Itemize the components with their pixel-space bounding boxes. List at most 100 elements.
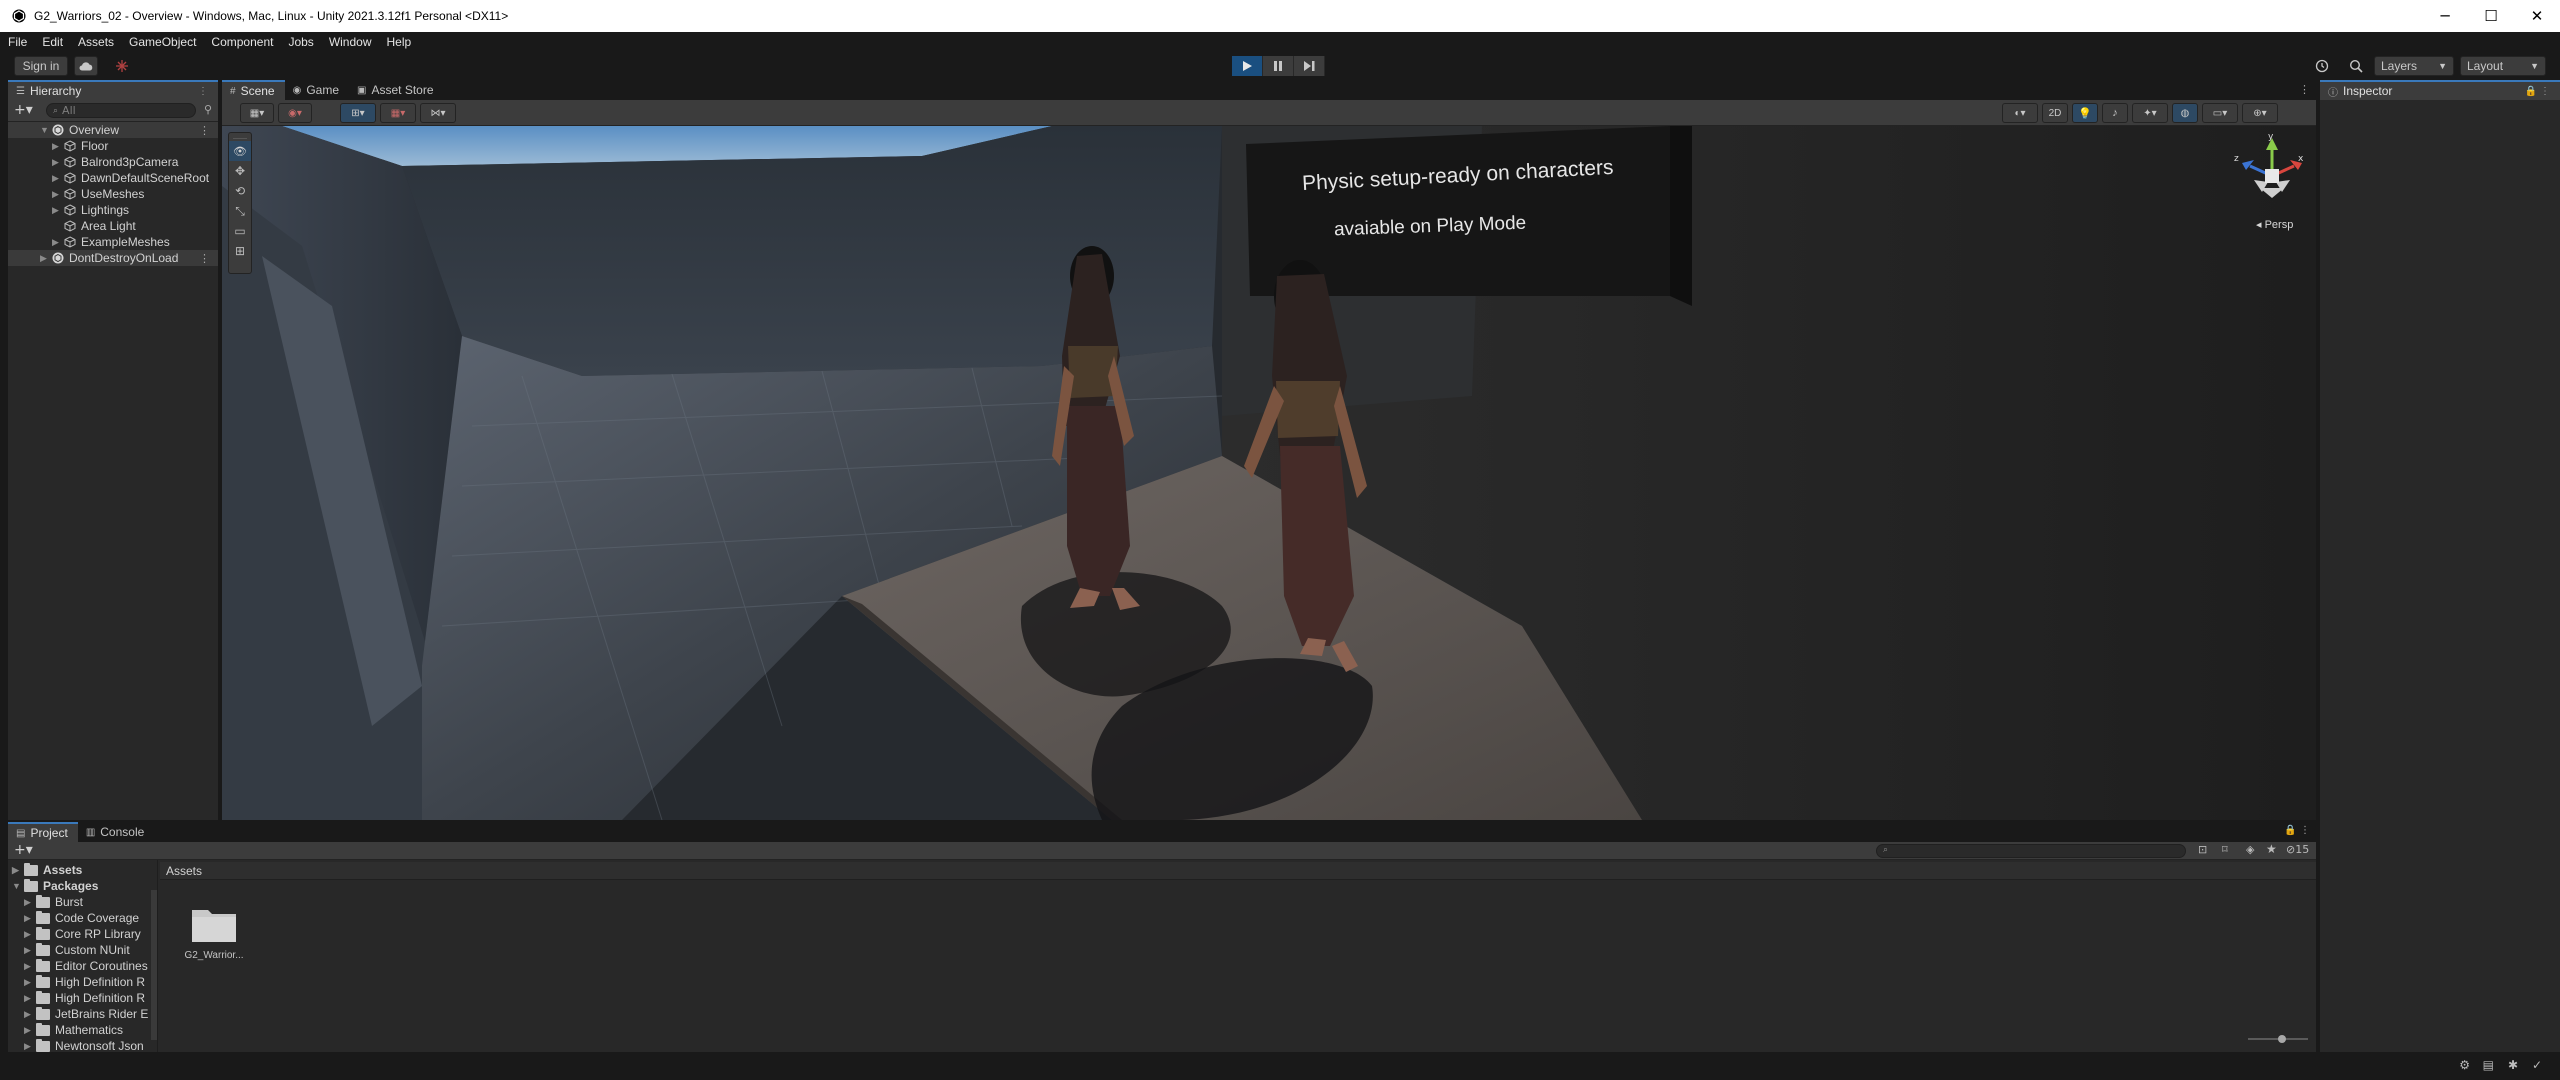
- project-toolbar: +▾ ⌕ ⊡ ⌑ ◈ ★ ⊘15: [8, 842, 2316, 860]
- camera-settings-dropdown[interactable]: ▭▾: [2202, 103, 2238, 123]
- tree-package-item[interactable]: ▶ Editor Coroutines: [24, 958, 148, 974]
- tab-asset-store[interactable]: ▣ Asset Store: [349, 80, 443, 100]
- hierarchy-item-dawn-root[interactable]: ▶ DawnDefaultSceneRoot: [8, 170, 209, 186]
- tab-scene[interactable]: # Scene: [222, 80, 285, 100]
- maximize-button[interactable]: ☐: [2468, 0, 2514, 32]
- hierarchy-scene-dontdestroy[interactable]: ▶ DontDestroyOnLoad: [8, 250, 218, 266]
- search-by-label-icon[interactable]: ⌑: [2222, 843, 2228, 856]
- move-tool-icon[interactable]: ✥: [229, 161, 251, 181]
- cloud-icon[interactable]: [74, 56, 98, 76]
- lock-and-menu-icon[interactable]: 🔒 ⋮: [2525, 86, 2550, 97]
- search-by-type-icon[interactable]: ⊡: [2198, 843, 2207, 856]
- tree-package-item[interactable]: ▶ Mathematics: [24, 1022, 123, 1038]
- tree-assets[interactable]: ▶ Assets: [12, 862, 82, 878]
- audio-toggle-icon[interactable]: ♪: [2102, 103, 2128, 123]
- draw-mode-dropdown[interactable]: ▦▾: [240, 103, 274, 123]
- unity-logo-icon: [12, 9, 26, 23]
- filter-icon[interactable]: ⚲: [204, 103, 212, 116]
- scene-kebab-icon[interactable]: ⋮: [199, 124, 210, 137]
- hierarchy-item-camera[interactable]: ▶ Balrond3pCamera: [8, 154, 178, 170]
- hierarchy-item-lightings[interactable]: ▶ Lightings: [8, 202, 129, 218]
- folder-icon: [36, 942, 50, 956]
- gizmos-dropdown[interactable]: ⊕▾: [2242, 103, 2278, 123]
- tree-package-item[interactable]: ▶ Core RP Library: [24, 926, 141, 942]
- toggle-2d-button[interactable]: 2D: [2042, 103, 2068, 123]
- hierarchy-search-input[interactable]: ⌕ All: [46, 103, 196, 118]
- hierarchy-item-usemeshes[interactable]: ▶ UseMeshes: [8, 186, 144, 202]
- move-snap-dropdown[interactable]: ⊞▾: [340, 103, 376, 123]
- hierarchy-item-floor[interactable]: ▶ Floor: [8, 138, 108, 154]
- hierarchy-item-examplemeshes[interactable]: ▶ ExampleMeshes: [8, 234, 170, 250]
- tree-scrollbar[interactable]: [151, 890, 157, 1040]
- tag-icon[interactable]: ◈: [2246, 843, 2254, 856]
- progress-check-icon[interactable]: ✓: [2532, 1058, 2542, 1072]
- tab-project[interactable]: ▤ Project: [8, 822, 78, 842]
- pause-button[interactable]: [1263, 56, 1294, 76]
- menu-component[interactable]: Component: [211, 35, 273, 49]
- cache-icon[interactable]: ▤: [2483, 1058, 2494, 1072]
- hierarchy-scene-overview[interactable]: ▼ Overview: [8, 122, 218, 138]
- tree-package-item[interactable]: ▶ High Definition R: [24, 974, 145, 990]
- slider-thumb[interactable]: [2278, 1035, 2286, 1043]
- search-icon[interactable]: [2348, 58, 2364, 74]
- tab-console[interactable]: ▥ Console: [78, 822, 154, 842]
- project-search-input[interactable]: ⌕: [1876, 844, 2186, 858]
- scene-orientation-gizmo[interactable]: y x z ◂ Persp: [2232, 132, 2312, 236]
- menu-file[interactable]: File: [8, 35, 27, 49]
- hidden-objects-toggle-icon[interactable]: ◍: [2172, 103, 2198, 123]
- menu-assets[interactable]: Assets: [78, 35, 114, 49]
- kebab-menu-icon[interactable]: ⋮: [198, 86, 208, 97]
- tree-packages[interactable]: ▼ Packages: [12, 878, 98, 894]
- rotate-tool-icon[interactable]: ⟲: [229, 181, 251, 201]
- favorite-star-icon[interactable]: ★: [2266, 842, 2277, 856]
- tree-package-item[interactable]: ▶ Burst: [24, 894, 83, 910]
- playmode-controls: [1232, 56, 1325, 76]
- kebab-menu-icon[interactable]: ⋮: [2299, 83, 2310, 96]
- effects-dropdown[interactable]: ✦▾: [2132, 103, 2168, 123]
- tab-inspector[interactable]: ⓘ Inspector 🔒 ⋮: [2320, 80, 2560, 100]
- overlay-handle[interactable]: [233, 135, 247, 139]
- increment-snap-dropdown[interactable]: ⋈▾: [420, 103, 456, 123]
- layout-dropdown[interactable]: Layout ▼: [2460, 56, 2546, 76]
- bug-icon[interactable]: ✱: [2508, 1058, 2518, 1072]
- play-button[interactable]: [1232, 56, 1263, 76]
- breadcrumb-assets[interactable]: Assets: [166, 864, 202, 878]
- tab-hierarchy[interactable]: ☰ Hierarchy ⋮: [8, 80, 218, 100]
- minimize-button[interactable]: ─: [2422, 0, 2468, 32]
- projection-toggle[interactable]: ◂ Persp: [2256, 218, 2293, 231]
- rect-tool-icon[interactable]: ▭: [229, 221, 251, 241]
- camera-dropdown[interactable]: ◐▾: [2002, 103, 2038, 123]
- menu-edit[interactable]: Edit: [42, 35, 63, 49]
- add-icon[interactable]: +▾: [14, 842, 33, 858]
- scene-viewport[interactable]: Physic setup-ready on characters avaiabl…: [222, 126, 2316, 820]
- hidden-packages-toggle[interactable]: ⊘15: [2286, 843, 2309, 856]
- menu-window[interactable]: Window: [329, 35, 372, 49]
- transform-tool-icon[interactable]: ⊞: [229, 241, 251, 261]
- tree-package-item[interactable]: ▶ JetBrains Rider E: [24, 1006, 148, 1022]
- sign-in-button[interactable]: Sign in: [14, 56, 68, 76]
- close-button[interactable]: ✕: [2514, 0, 2560, 32]
- tree-package-item[interactable]: ▶ High Definition R: [24, 990, 145, 1006]
- menu-jobs[interactable]: Jobs: [288, 35, 313, 49]
- debug-icon[interactable]: ⚙: [2459, 1058, 2470, 1072]
- layers-dropdown[interactable]: Layers ▼: [2374, 56, 2454, 76]
- scale-tool-icon[interactable]: ⤡: [229, 201, 251, 221]
- scene-kebab-icon[interactable]: ⋮: [199, 252, 210, 265]
- view-tool-icon[interactable]: 👁: [229, 141, 251, 161]
- hierarchy-item-area-light[interactable]: Area Light: [8, 218, 136, 234]
- history-icon[interactable]: [2314, 58, 2330, 74]
- tree-package-item[interactable]: ▶ Code Coverage: [24, 910, 139, 926]
- grid-snap-dropdown[interactable]: ▦▾: [380, 103, 416, 123]
- menu-help[interactable]: Help: [387, 35, 412, 49]
- tree-package-item[interactable]: ▶ Custom NUnit: [24, 942, 130, 958]
- lighting-toggle-icon[interactable]: 💡: [2072, 103, 2098, 123]
- render-mode-dropdown[interactable]: ◉▾: [278, 103, 312, 123]
- collab-icon[interactable]: [114, 58, 130, 74]
- menu-gameobject[interactable]: GameObject: [129, 35, 196, 49]
- lock-and-menu-icon[interactable]: 🔒 ⋮: [2284, 825, 2310, 836]
- step-button[interactable]: [1294, 56, 1325, 76]
- add-icon[interactable]: +▾: [14, 102, 33, 118]
- icon-size-slider[interactable]: [2248, 1035, 2308, 1043]
- tab-game[interactable]: ◉ Game: [285, 80, 349, 100]
- asset-folder-item[interactable]: G2_Warrior...: [182, 904, 246, 964]
